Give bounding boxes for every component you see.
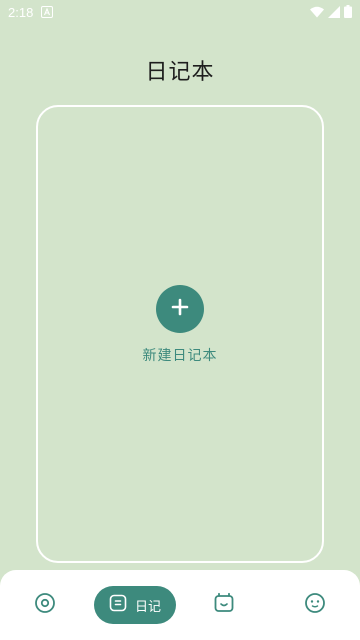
nav-item-home[interactable]	[28, 586, 62, 624]
nav-item-profile[interactable]	[298, 586, 332, 624]
nav-diary-label: 日记	[134, 599, 161, 615]
page-title: 日记本	[145, 60, 215, 85]
bottom-nav: 日记	[0, 570, 360, 640]
plus-icon	[171, 298, 189, 320]
add-button-circle[interactable]	[156, 285, 204, 333]
status-time: 2:18	[8, 4, 34, 20]
new-notebook-button[interactable]: 新建日记本	[38, 285, 322, 365]
status-right	[310, 3, 352, 22]
status-left: 2:18	[8, 3, 54, 22]
pet-face-icon	[213, 592, 235, 618]
smiley-icon	[304, 592, 326, 618]
notification-a-icon	[41, 3, 54, 22]
battery-icon	[344, 3, 352, 22]
nav-item-diary[interactable]: 日记	[94, 586, 176, 624]
diary-icon	[109, 594, 127, 616]
nav-item-pet[interactable]	[207, 586, 241, 624]
notebook-card[interactable]: 新建日记本	[36, 105, 324, 563]
status-bar: 2:18	[0, 0, 360, 24]
signal-icon	[328, 3, 340, 22]
new-notebook-label: 新建日记本	[142, 348, 218, 364]
wifi-icon	[310, 3, 324, 22]
target-icon	[34, 592, 56, 618]
